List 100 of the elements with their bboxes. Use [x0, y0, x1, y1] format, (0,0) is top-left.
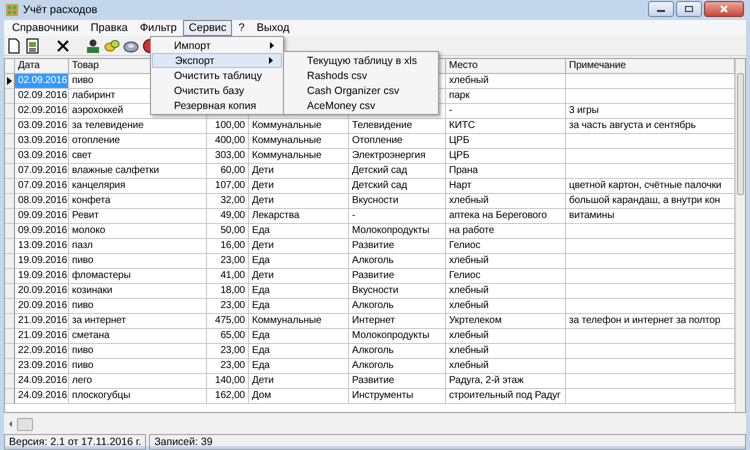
table-cell: 07.09.2016 — [15, 179, 69, 194]
table-cell: Дети — [249, 239, 349, 254]
table-cell: 100,00 — [207, 119, 249, 134]
table-cell: Гелиос — [446, 239, 566, 254]
menu-item[interactable]: ? — [232, 20, 251, 36]
table-cell: Алкоголь — [349, 344, 446, 359]
table-cell: свет — [69, 149, 207, 164]
table-cell: Вкусности — [349, 194, 446, 209]
table-cell: хлебный — [446, 299, 566, 314]
table-cell: Еда — [249, 344, 349, 359]
table-cell: Дети — [249, 194, 349, 209]
table-cell: пиво — [69, 299, 207, 314]
menu-item[interactable]: Справочники — [6, 20, 85, 36]
table-cell: большой карандаш, а внутри кон — [566, 194, 735, 209]
record-count: Записей: 39 — [149, 434, 746, 450]
table-cell: 03.09.2016 — [15, 149, 69, 164]
column-header[interactable]: Место — [446, 59, 566, 74]
table-cell: влажные салфетки — [69, 164, 207, 179]
table-cell: Дети — [249, 164, 349, 179]
table-cell: Ревит — [69, 209, 207, 224]
menu-item[interactable]: Экспорт — [152, 53, 282, 68]
table-cell: Алкоголь — [349, 254, 446, 269]
table-cell: 41,00 — [207, 269, 249, 284]
table-cell: КИТС — [446, 119, 566, 134]
menu-item[interactable]: Сервис — [182, 20, 232, 36]
table-cell: 23,00 — [207, 254, 249, 269]
table-cell: Отопление — [349, 134, 446, 149]
table-cell: молоко — [69, 224, 207, 239]
table-cell: Алкоголь — [349, 299, 446, 314]
table-cell: витамины — [566, 209, 735, 224]
table-cell: Электроэнергия — [349, 149, 446, 164]
table-cell: 07.09.2016 — [15, 164, 69, 179]
table-cell: Детский сад — [349, 164, 446, 179]
menu-item[interactable]: Cash Organizer csv — [285, 83, 437, 98]
menu-item[interactable]: Текущую таблицу в xls — [285, 53, 437, 68]
table-cell: Вкусности — [349, 284, 446, 299]
column-header[interactable]: Дата — [15, 59, 69, 74]
menu-item[interactable]: Фильтр — [134, 20, 183, 36]
table-cell: конфета — [69, 194, 207, 209]
table-cell: ЦРБ — [446, 149, 566, 164]
menu-item[interactable]: Выход — [250, 20, 296, 36]
table-cell: Гелиос — [446, 269, 566, 284]
table-cell: Коммунальные — [249, 119, 349, 134]
table-cell: хлебный — [446, 194, 566, 209]
table-cell: плоскогубцы — [69, 389, 207, 404]
table-cell: 03.09.2016 — [15, 119, 69, 134]
table-cell: 22.09.2016 — [15, 344, 69, 359]
table-cell: 23,00 — [207, 359, 249, 374]
table-cell: 23,00 — [207, 299, 249, 314]
menu-item[interactable]: Импорт — [152, 38, 282, 53]
table-cell: 20.09.2016 — [15, 299, 69, 314]
table-cell: 19.09.2016 — [15, 254, 69, 269]
table-cell: Развитие — [349, 269, 446, 284]
table-cell: 21.09.2016 — [15, 314, 69, 329]
table-cell: 24.09.2016 — [15, 374, 69, 389]
table-cell: 09.09.2016 — [15, 209, 69, 224]
table-cell: хлебный — [446, 359, 566, 374]
table-cell: пиво — [69, 344, 207, 359]
table-cell: 20.09.2016 — [15, 284, 69, 299]
table-cell: Еда — [249, 224, 349, 239]
table-cell: 140,00 — [207, 374, 249, 389]
table-cell: фломастеры — [69, 269, 207, 284]
table-cell: хлебный — [446, 344, 566, 359]
table-cell: 02.09.2016 — [15, 89, 69, 104]
table-cell: Еда — [249, 359, 349, 374]
table-cell: Алкоголь — [349, 359, 446, 374]
table-cell: Лекарства — [249, 209, 349, 224]
table-cell: Дети — [249, 374, 349, 389]
table-cell: Коммунальные — [249, 134, 349, 149]
menu-item[interactable]: Правка — [84, 20, 134, 36]
table-cell: Дети — [249, 269, 349, 284]
table-cell: Коммунальные — [249, 314, 349, 329]
table-cell: сметана — [69, 329, 207, 344]
version-label: Версия: 2.1 от 17.11.2016 г. — [4, 434, 146, 450]
table-cell: 09.09.2016 — [15, 224, 69, 239]
table-cell: строительный под Радуг — [446, 389, 566, 404]
table-cell: 400,00 — [207, 134, 249, 149]
table-cell: Молокопродукты — [349, 329, 446, 344]
table-cell: Детский сад — [349, 179, 446, 194]
table-cell: 23.09.2016 — [15, 359, 69, 374]
table-cell: Коммунальные — [249, 149, 349, 164]
table-cell: лего — [69, 374, 207, 389]
table-cell: 107,00 — [207, 179, 249, 194]
table-cell: отопление — [69, 134, 207, 149]
table-cell: за интернет — [69, 314, 207, 329]
table-cell: - — [446, 104, 566, 119]
table-cell: хлебный — [446, 254, 566, 269]
menu-item[interactable]: AceMoney csv — [285, 98, 437, 113]
table-cell: 03.09.2016 — [15, 134, 69, 149]
table-cell: Инструменты — [349, 389, 446, 404]
column-header[interactable]: Примечание — [566, 59, 735, 74]
table-cell: 50,00 — [207, 224, 249, 239]
menu-item[interactable]: Rashods csv — [285, 68, 437, 83]
table-cell: 08.09.2016 — [15, 194, 69, 209]
table-cell: ЦРБ — [446, 134, 566, 149]
table-cell: пазл — [69, 239, 207, 254]
table-cell: Еда — [249, 329, 349, 344]
table-cell: канцелярия — [69, 179, 207, 194]
table-cell: за телевидение — [69, 119, 207, 134]
window-title: Учёт расходов — [23, 4, 98, 16]
